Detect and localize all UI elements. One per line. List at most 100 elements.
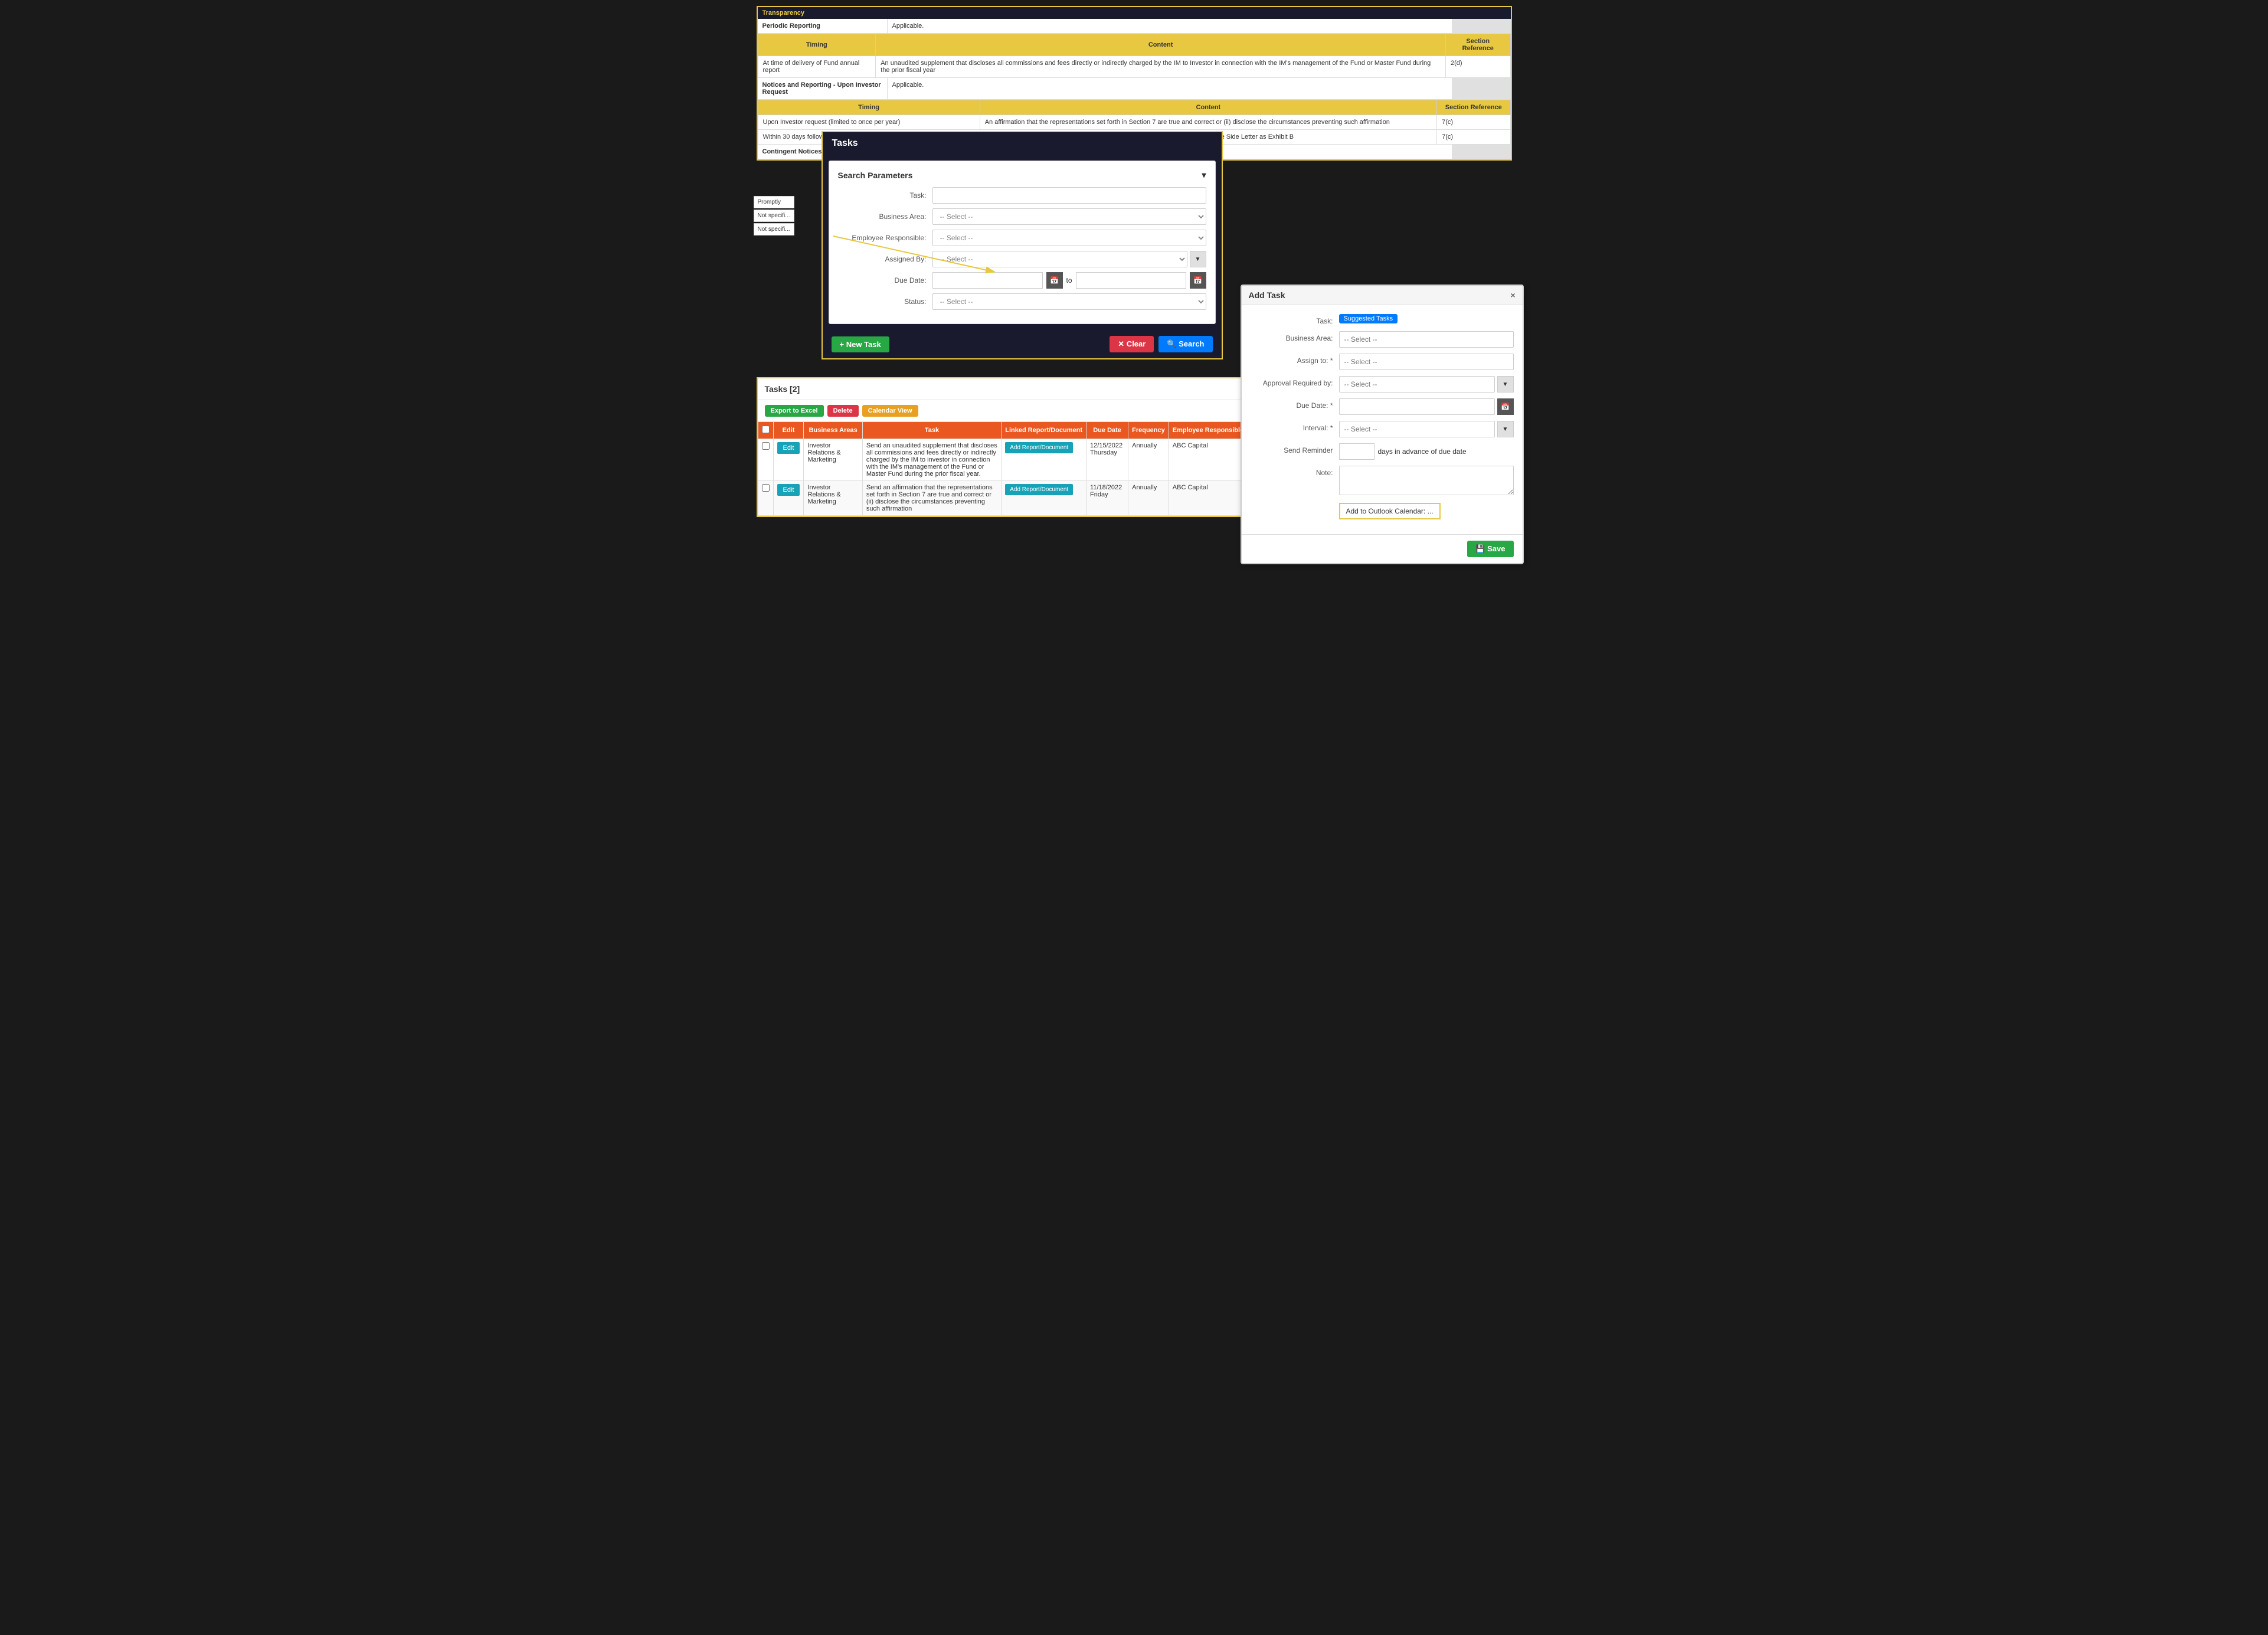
row-edit-cell: Edit xyxy=(773,481,804,516)
add-task-modal: Add Task × Task: Suggested Tasks Busines… xyxy=(1241,285,1524,564)
employee-resp-select[interactable]: -- Select -- xyxy=(932,230,1206,246)
row-linked: Add Report/Document xyxy=(1002,481,1086,516)
add-task-header: Add Task × xyxy=(1242,286,1523,305)
row-checkbox-cell xyxy=(758,439,773,481)
delete-button[interactable]: Delete xyxy=(827,405,859,417)
date-separator: to xyxy=(1066,276,1072,285)
new-task-button[interactable]: + New Task xyxy=(832,336,889,352)
row-employee: ABC Capital xyxy=(1169,439,1247,481)
col-checkbox xyxy=(758,422,773,439)
select-all-checkbox[interactable] xyxy=(762,426,770,433)
row2-content: An affirmation that the representations … xyxy=(980,115,1436,130)
suggested-tasks-badge[interactable]: Suggested Tasks xyxy=(1339,314,1398,323)
assigned-by-label: Assigned By: xyxy=(838,255,932,263)
content-col-header: Content xyxy=(876,34,1446,56)
row-checkbox[interactable] xyxy=(762,442,770,450)
col-employee-header: Employee Responsible xyxy=(1169,422,1247,439)
add-task-title: Add Task xyxy=(1249,290,1285,300)
add-task-task-label: Task: xyxy=(1251,314,1339,325)
task-field-row: Task: xyxy=(838,187,1206,204)
assigned-by-dropdown-arrow[interactable]: ▼ xyxy=(1190,251,1206,267)
add-task-approval-input[interactable] xyxy=(1339,376,1495,393)
due-date-from-input[interactable]: 09/18/2022 xyxy=(932,272,1043,289)
add-task-body: Task: Suggested Tasks Business Area: xyxy=(1242,305,1523,534)
clear-button[interactable]: ✕ Clear xyxy=(1110,336,1154,352)
add-task-task-value: Suggested Tasks xyxy=(1339,314,1514,322)
assigned-by-select[interactable]: -- Select -- xyxy=(932,251,1187,267)
interval-dropdown-arrow[interactable]: ▼ xyxy=(1497,421,1514,437)
calendar-view-button[interactable]: Calendar View xyxy=(862,405,918,417)
row-due-date: 12/15/2022 Thursday xyxy=(1086,439,1128,481)
edit-button[interactable]: Edit xyxy=(777,442,800,454)
tasks-table-title: Tasks [2] xyxy=(765,384,800,394)
add-task-footer: 💾 Save xyxy=(1242,534,1523,563)
status-label: Status: xyxy=(838,297,932,306)
add-task-approval-row: Approval Required by: ▼ xyxy=(1251,376,1514,393)
edit-button[interactable]: Edit xyxy=(777,484,800,496)
business-area-label: Business Area: xyxy=(838,212,932,221)
add-report-button[interactable]: Add Report/Document xyxy=(1005,442,1073,453)
date-from-calendar-icon[interactable]: 📅 xyxy=(1046,272,1063,289)
col-frequency-header: Frequency xyxy=(1128,422,1169,439)
add-task-interval-input[interactable] xyxy=(1339,421,1495,437)
table-row: Upon Investor request (limited to once p… xyxy=(758,115,1510,130)
tasks-modal: Tasks Search Parameters ▾ Task: Business… xyxy=(822,131,1223,359)
row-due-date: 11/18/2022 Friday xyxy=(1086,481,1128,516)
tasks-modal-title: Tasks xyxy=(823,132,1222,155)
row-checkbox[interactable] xyxy=(762,484,770,492)
collapse-icon[interactable]: ▾ xyxy=(1202,170,1206,180)
add-task-interval-row: Interval: * ▼ xyxy=(1251,421,1514,437)
employee-resp-row: Employee Responsible: -- Select -- xyxy=(838,230,1206,246)
add-task-reminder-row: Send Reminder days in advance of due dat… xyxy=(1251,443,1514,460)
status-row: Status: -- Select -- xyxy=(838,293,1206,310)
notices-content-header: Content xyxy=(980,100,1436,115)
notices-timing-header: Timing xyxy=(758,100,980,115)
assigned-by-row: Assigned By: -- Select -- ▼ xyxy=(838,251,1206,267)
due-date-to-input[interactable]: 12/31/2022 xyxy=(1076,272,1186,289)
row1-content: An unaudited supplement that discloses a… xyxy=(876,56,1446,78)
row2-timing: Upon Investor request (limited to once p… xyxy=(758,115,980,130)
add-task-outlook-row: Add to Outlook Calendar: ... xyxy=(1251,503,1514,519)
row3-section: 7(c) xyxy=(1437,130,1510,145)
search-params-box: Search Parameters ▾ Task: Business Area:… xyxy=(829,161,1216,324)
business-area-row: Business Area: -- Select -- xyxy=(838,208,1206,225)
export-excel-button[interactable]: Export to Excel xyxy=(765,405,824,417)
row-task-text: Send an unaudited supplement that disclo… xyxy=(862,439,1001,481)
row-linked: Add Report/Document xyxy=(1002,439,1086,481)
row-frequency: Annually xyxy=(1128,439,1169,481)
notices-gray xyxy=(1452,78,1511,99)
contingent-gray xyxy=(1452,145,1511,159)
notices-value: Applicable. xyxy=(888,78,1452,99)
business-area-select[interactable]: -- Select -- xyxy=(932,208,1206,225)
task-input[interactable] xyxy=(932,187,1206,204)
section-col-header: Section Reference xyxy=(1446,34,1510,56)
table-row: At time of delivery of Fund annual repor… xyxy=(758,56,1510,78)
status-select[interactable]: -- Select -- xyxy=(932,293,1206,310)
add-task-calendar-icon[interactable]: 📅 xyxy=(1497,398,1514,415)
add-task-business-input[interactable] xyxy=(1339,331,1514,348)
add-task-reminder-label: Send Reminder xyxy=(1251,443,1339,454)
add-task-assign-row: Assign to: * xyxy=(1251,354,1514,370)
date-to-calendar-icon[interactable]: 📅 xyxy=(1190,272,1206,289)
add-task-duedate-input[interactable] xyxy=(1339,398,1495,415)
row-business-areas: Investor Relations & Marketing xyxy=(804,439,862,481)
col-edit-header: Edit xyxy=(773,422,804,439)
save-button[interactable]: 💾 Save xyxy=(1467,541,1513,557)
sidebar-item-notspecifi2: Not specifi... xyxy=(754,223,794,236)
add-to-outlook-button[interactable]: Add to Outlook Calendar: ... xyxy=(1339,503,1441,519)
add-task-duedate-label: Due Date: * xyxy=(1251,398,1339,410)
add-task-assign-input[interactable] xyxy=(1339,354,1514,370)
approval-dropdown-arrow[interactable]: ▼ xyxy=(1497,376,1514,393)
sidebar-item-promptly: Promptly xyxy=(754,196,794,208)
add-task-assign-label: Assign to: * xyxy=(1251,354,1339,365)
search-button[interactable]: 🔍 Search xyxy=(1158,336,1212,352)
task-label: Task: xyxy=(838,191,932,200)
close-icon[interactable]: × xyxy=(1510,290,1515,300)
add-task-task-row: Task: Suggested Tasks xyxy=(1251,314,1514,325)
sidebar-item-notspecifi1: Not specifi... xyxy=(754,210,794,222)
notices-row: Notices and Reporting - Upon Investor Re… xyxy=(758,78,1511,100)
add-task-note-textarea[interactable] xyxy=(1339,466,1514,495)
add-task-reminder-input[interactable] xyxy=(1339,443,1374,460)
add-task-interval-label: Interval: * xyxy=(1251,421,1339,432)
add-report-button[interactable]: Add Report/Document xyxy=(1005,484,1073,495)
